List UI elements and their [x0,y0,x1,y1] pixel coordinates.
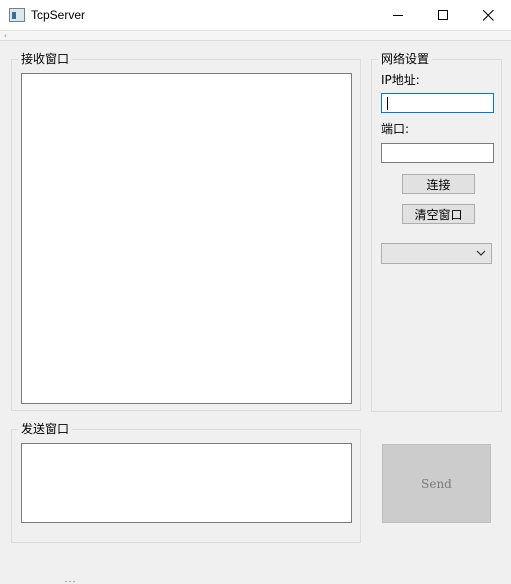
menu-strip-grip-icon: ‹ [4,32,7,40]
text-caret [387,97,388,110]
network-settings-title: 网络设置 [381,52,430,66]
clear-window-button[interactable]: 清空窗口 [402,204,475,224]
client-select[interactable] [381,243,492,264]
window-title: TcpServer [31,8,86,22]
connect-button[interactable]: 连接 [402,174,475,194]
resize-grip-icon [65,580,75,583]
close-icon [482,10,494,21]
ip-input[interactable] [381,93,494,113]
maximize-icon [437,10,448,20]
minimize-button[interactable] [375,0,421,31]
chevron-down-icon [476,250,486,256]
send-button[interactable]: Send [382,444,491,523]
receive-group-title: 接收窗口 [21,52,70,66]
port-label: 端口: [381,122,410,136]
minimize-icon [392,15,403,16]
port-input-field[interactable] [382,144,493,162]
port-input[interactable] [381,143,494,163]
receive-textarea[interactable] [21,73,352,404]
maximize-button[interactable] [420,0,466,31]
ip-label: IP地址: [381,73,420,87]
ip-input-field[interactable] [382,94,493,112]
menu-strip: ‹ [0,31,511,41]
send-textarea[interactable] [21,443,352,523]
window-app-icon [9,8,25,22]
close-button[interactable] [465,0,511,31]
title-bar[interactable]: TcpServer [0,0,511,31]
send-group-title: 发送窗口 [21,422,70,436]
